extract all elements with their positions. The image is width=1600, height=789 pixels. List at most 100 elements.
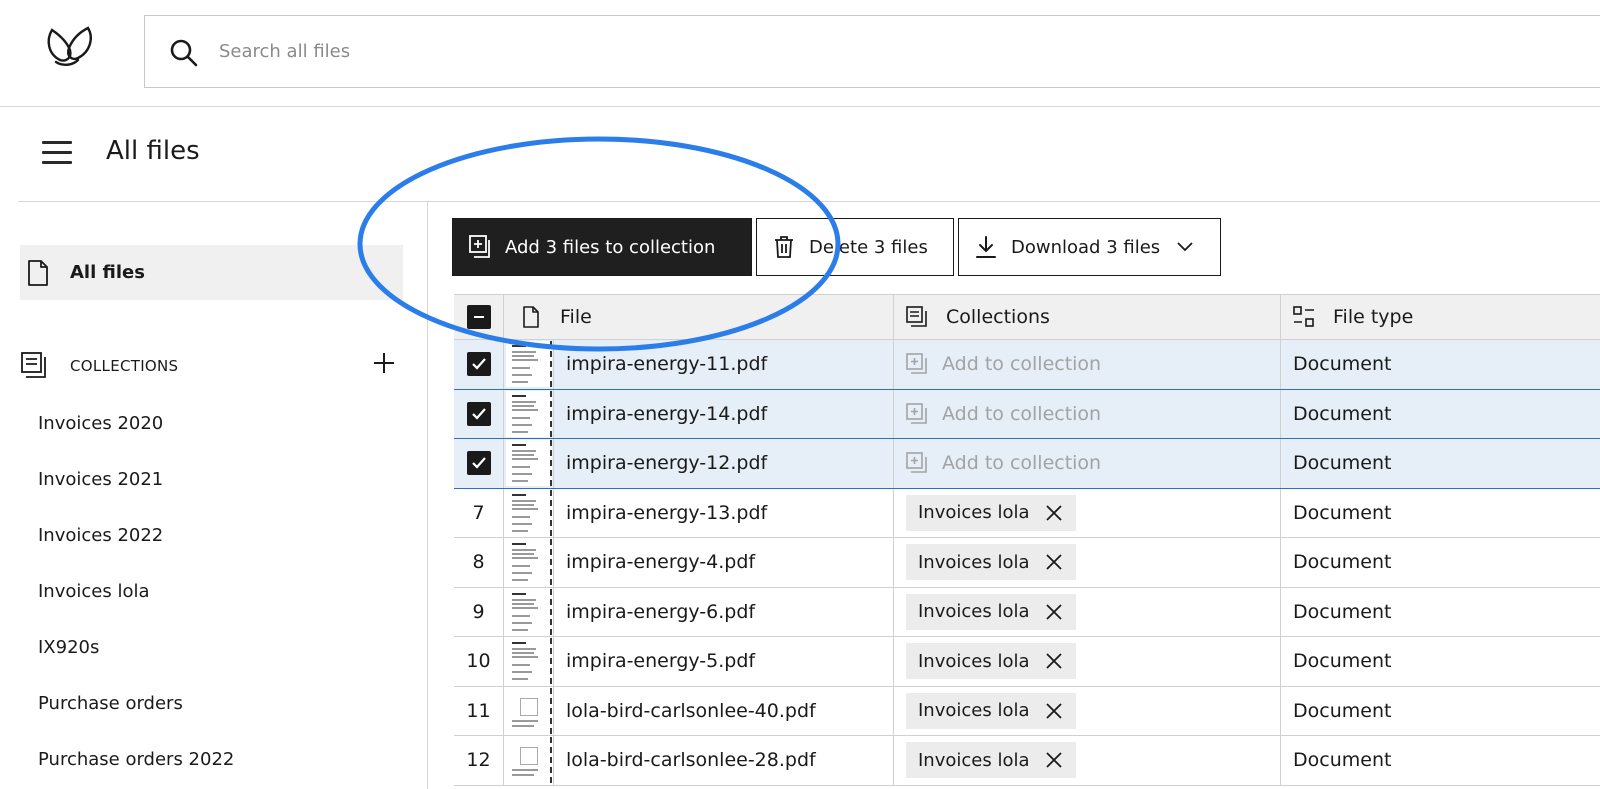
file-name-cell[interactable]: impira-energy-13.pdf	[554, 488, 894, 537]
collection-tag[interactable]: Invoices lola	[906, 494, 1076, 531]
row-checkbox[interactable]	[466, 352, 491, 377]
file-name-cell[interactable]: lola-bird-carlsonlee-28.pdf	[554, 736, 894, 785]
sidebar-item-collection[interactable]: Purchase orders 2022	[38, 746, 234, 789]
row-index: 12	[466, 749, 491, 772]
sidebar-item-collection[interactable]: Purchase orders	[38, 690, 234, 746]
collection-tag[interactable]: Invoices lola	[906, 742, 1076, 779]
file-type: Document	[1293, 501, 1392, 524]
table-row[interactable]: 8 impira-energy-4.pdf Invoices lola Documen…	[454, 538, 1600, 588]
add-to-collection-button[interactable]: Add 3 files to collection	[452, 218, 752, 276]
delete-files-label: Delete 3 files	[809, 236, 928, 258]
collection-cell: Invoices lola	[894, 538, 1281, 587]
close-icon[interactable]	[1044, 750, 1064, 770]
chevron-down-icon[interactable]	[1176, 240, 1194, 254]
file-thumbnail[interactable]	[505, 588, 552, 635]
file-thumbnail[interactable]	[505, 390, 552, 437]
add-to-collection-link[interactable]: Add to collection	[906, 403, 1101, 425]
add-to-collection-label: Add to collection	[942, 353, 1102, 376]
close-icon[interactable]	[1044, 701, 1064, 721]
file-type-cell: Document	[1281, 736, 1600, 785]
collection-tag[interactable]: Invoices lola	[906, 593, 1076, 630]
close-icon[interactable]	[1044, 552, 1064, 572]
add-to-collection-link[interactable]: Add to collection	[906, 353, 1101, 375]
file-name-cell[interactable]: impira-energy-11.pdf	[554, 340, 894, 389]
search-input[interactable]	[219, 16, 1119, 87]
row-index-cell: 8	[454, 538, 504, 587]
row-index-cell: 11	[454, 686, 504, 735]
select-all-checkbox[interactable]	[466, 305, 491, 329]
top-bar	[0, 0, 1600, 107]
add-collection-icon	[469, 235, 490, 258]
sidebar-item-collection[interactable]: Invoices 2022	[38, 522, 234, 578]
collection-tag[interactable]: Invoices lola	[906, 692, 1076, 729]
column-header-file[interactable]: File	[504, 295, 894, 339]
file-thumbnail[interactable]	[505, 737, 552, 784]
download-files-button[interactable]: Download 3 files	[958, 218, 1221, 276]
table-row[interactable]: 10 impira-energy-5.pdf Invoices lola Docume…	[454, 637, 1600, 687]
column-header-label: File	[560, 306, 592, 328]
row-checkbox[interactable]	[466, 401, 491, 426]
file-name: impira-energy-6.pdf	[566, 600, 756, 623]
file-name: impira-energy-5.pdf	[566, 650, 756, 673]
download-icon	[976, 236, 996, 258]
delete-files-button[interactable]: Delete 3 files	[756, 218, 954, 276]
file-name-cell[interactable]: impira-energy-5.pdf	[554, 637, 894, 686]
menu-icon[interactable]	[42, 141, 72, 165]
check-icon	[471, 457, 486, 469]
search-bar[interactable]	[144, 15, 1600, 88]
file-name-cell[interactable]: impira-energy-12.pdf	[554, 439, 894, 488]
add-to-collection-link[interactable]: Add to collection	[906, 452, 1101, 474]
file-type: Document	[1293, 600, 1392, 623]
sidebar-item-collection[interactable]: Invoices 2021	[38, 466, 234, 522]
collection-tag[interactable]: Invoices lola	[906, 643, 1076, 680]
file-thumbnail[interactable]	[505, 489, 552, 536]
sidebar-item-all-files[interactable]: All files	[20, 245, 403, 300]
file-name-cell[interactable]: lola-bird-carlsonlee-40.pdf	[554, 686, 894, 735]
table-row[interactable]: 12 lola-bird-carlsonlee-28.pdf Invoices lo…	[454, 736, 1600, 786]
file-name: impira-energy-4.pdf	[566, 551, 756, 574]
file-name-cell[interactable]: impira-energy-4.pdf	[554, 538, 894, 587]
close-icon[interactable]	[1044, 602, 1064, 622]
add-collection-icon[interactable]	[372, 351, 396, 375]
table-row[interactable]: impira-energy-12.pdf Add to collection Doc…	[454, 439, 1600, 489]
table-row[interactable]: 9 impira-energy-6.pdf Invoices lola Documen…	[454, 587, 1600, 637]
collection-tag-label: Invoices lola	[918, 502, 1030, 524]
close-icon[interactable]	[1044, 651, 1064, 671]
file-name-cell[interactable]: impira-energy-14.pdf	[554, 389, 894, 438]
collection-cell: Invoices lola	[894, 587, 1281, 636]
file-thumbnail[interactable]	[505, 440, 552, 487]
collection-tag[interactable]: Invoices lola	[906, 544, 1076, 581]
table-row[interactable]: impira-energy-11.pdf Add to collection Doc…	[454, 340, 1600, 390]
collection-tag-label: Invoices lola	[918, 601, 1030, 623]
close-icon[interactable]	[1044, 503, 1064, 523]
collection-cell: Invoices lola	[894, 686, 1281, 735]
file-type-cell: Document	[1281, 390, 1600, 439]
sidebar-item-collection[interactable]: IX920s	[38, 634, 234, 690]
check-icon	[471, 358, 486, 370]
row-checkbox[interactable]	[466, 451, 491, 476]
row-index-cell: 7	[454, 488, 504, 537]
table-row[interactable]: 11 lola-bird-carlsonlee-40.pdf Invoices lo…	[454, 686, 1600, 736]
row-index-cell: 12	[454, 736, 504, 785]
file-thumbnail[interactable]	[505, 687, 552, 734]
add-to-collection-label: Add to collection	[942, 452, 1102, 475]
file-thumbnail[interactable]	[505, 638, 552, 685]
logo-icon[interactable]	[44, 24, 96, 68]
collection-tag-label: Invoices lola	[918, 749, 1030, 771]
file-type: Document	[1293, 699, 1392, 722]
collections-list: Invoices 2020 Invoices 2021 Invoices 202…	[38, 410, 234, 789]
file-name: impira-energy-14.pdf	[566, 402, 768, 425]
sidebar-item-collection[interactable]: Invoices 2020	[38, 410, 234, 466]
collection-tag-label: Invoices lola	[918, 551, 1030, 573]
collection-tag-label: Invoices lola	[918, 700, 1030, 722]
column-header-collections[interactable]: Collections	[894, 295, 1281, 339]
column-header-file-type[interactable]: File type	[1281, 295, 1600, 339]
table-row[interactable]: 7 impira-energy-13.pdf Invoices lola Docume…	[454, 488, 1600, 538]
row-index: 9	[472, 600, 485, 623]
file-name-cell[interactable]: impira-energy-6.pdf	[554, 587, 894, 636]
file-thumbnail[interactable]	[505, 341, 552, 388]
table-row[interactable]: impira-energy-14.pdf Add to collection Doc…	[454, 389, 1600, 439]
select-all-cell	[454, 295, 504, 339]
file-thumbnail[interactable]	[505, 539, 552, 586]
sidebar-item-collection[interactable]: Invoices lola	[38, 578, 234, 634]
